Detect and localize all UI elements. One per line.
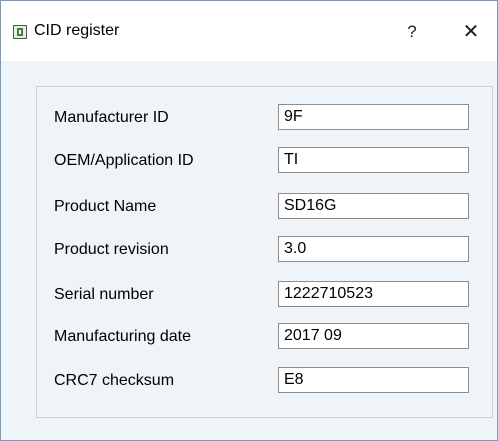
cid-register-dialog: CID register ? ✕ Manufacturer ID OEM/App… bbox=[0, 0, 498, 441]
oem-application-id-field[interactable] bbox=[278, 147, 469, 173]
serial-number-field[interactable] bbox=[278, 281, 469, 307]
manufacturer-id-field[interactable] bbox=[278, 104, 469, 130]
field-row-crc7-checksum: CRC7 checksum bbox=[37, 367, 494, 395]
field-row-manufacturing-date: Manufacturing date bbox=[37, 323, 494, 351]
oem-application-id-label: OEM/Application ID bbox=[54, 152, 194, 169]
field-row-manufacturer-id: Manufacturer ID bbox=[37, 104, 494, 132]
product-name-label: Product Name bbox=[54, 198, 157, 215]
field-row-oem-application-id: OEM/Application ID bbox=[37, 147, 494, 175]
field-row-serial-number: Serial number bbox=[37, 281, 494, 309]
manufacturer-id-label: Manufacturer ID bbox=[54, 109, 169, 126]
window-title: CID register bbox=[34, 22, 120, 39]
crc7-checksum-label: CRC7 checksum bbox=[54, 372, 175, 389]
title-bar[interactable]: CID register ? ✕ bbox=[1, 1, 497, 61]
crc7-checksum-field[interactable] bbox=[278, 367, 469, 393]
manufacturing-date-field[interactable] bbox=[278, 323, 469, 349]
product-revision-field[interactable] bbox=[278, 236, 469, 262]
sd-card-icon bbox=[13, 25, 27, 39]
manufacturing-date-label: Manufacturing date bbox=[54, 328, 191, 345]
cid-fields-group: Manufacturer ID OEM/Application ID Produ… bbox=[36, 86, 493, 418]
product-revision-label: Product revision bbox=[54, 241, 169, 258]
serial-number-label: Serial number bbox=[54, 286, 154, 303]
product-name-field[interactable] bbox=[278, 193, 469, 219]
close-button[interactable]: ✕ bbox=[458, 18, 484, 46]
field-row-product-revision: Product revision bbox=[37, 236, 494, 264]
field-row-product-name: Product Name bbox=[37, 193, 494, 221]
help-button[interactable]: ? bbox=[400, 18, 424, 46]
